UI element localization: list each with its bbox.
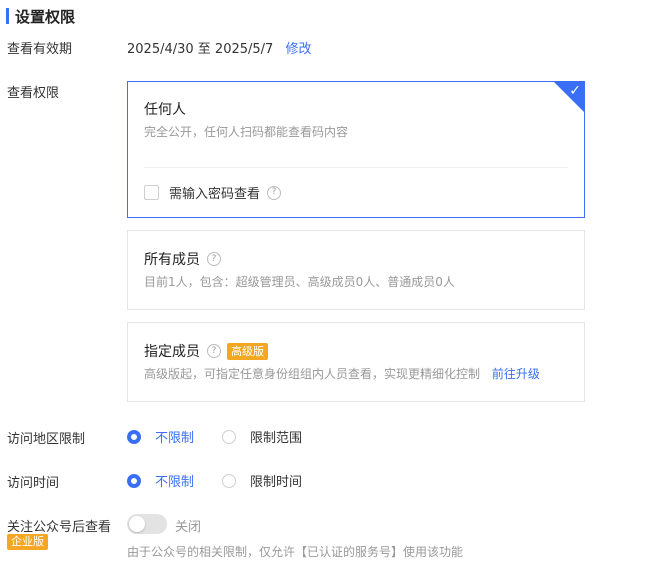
radio-unselected-icon — [222, 473, 237, 488]
toggle-state-label: 关闭 — [175, 520, 202, 535]
region-radio-limited[interactable]: 限制范围 — [222, 427, 302, 446]
radio-selected-icon — [127, 429, 141, 444]
option-card-specified-members[interactable]: 指定成员 ? 高级版 高级版起，可指定任意身份组组内人员查看，实现更精细化控制 … — [127, 322, 585, 402]
time-label: 访问时间 — [7, 476, 60, 491]
title-accent-bar — [6, 8, 9, 24]
radio-label: 不限制 — [155, 475, 195, 490]
region-radio-unlimited[interactable]: 不限制 — [127, 427, 194, 446]
edit-validity-link[interactable]: 修改 — [285, 42, 311, 57]
option-title-all-members: 所有成员 — [144, 252, 200, 268]
toggle-knob — [129, 516, 145, 532]
radio-unselected-icon — [222, 429, 237, 444]
upgrade-link[interactable]: 前往升级 — [492, 367, 540, 381]
validity-value-row: 2025/4/30 至 2025/5/7 修改 — [127, 38, 311, 57]
help-icon[interactable]: ? — [267, 185, 282, 200]
validity-label: 查看有效期 — [7, 42, 73, 57]
radio-label: 不限制 — [155, 431, 195, 446]
time-radio-group: 不限制 限制时间 — [127, 471, 330, 490]
option-title-anyone: 任何人 — [144, 102, 186, 118]
option-desc-specified: 高级版起，可指定任意身份组组内人员查看，实现更精细化控制 — [144, 367, 481, 381]
section-title-text: 设置权限 — [15, 7, 76, 26]
card-divider — [144, 167, 568, 168]
radio-selected-icon — [127, 473, 141, 488]
region-label: 访问地区限制 — [7, 432, 86, 447]
option-title-all-members-row: 所有成员 ? — [144, 249, 221, 269]
option-card-anyone[interactable]: ✓ 任何人 完全公开，任何人扫码都能查看码内容 需输入密码查看 ? — [127, 81, 585, 218]
check-icon: ✓ — [569, 83, 581, 99]
follow-note: 由于公众号的相关限制，仅允许【已认证的服务号】使用该功能 — [127, 545, 464, 559]
radio-label: 限制范围 — [250, 431, 303, 446]
help-icon[interactable]: ? — [207, 252, 221, 266]
enterprise-badge: 企业版 — [7, 534, 48, 550]
follow-toggle[interactable] — [127, 514, 167, 534]
section-title: 设置权限 — [6, 6, 75, 26]
option-desc-all-members: 目前1人，包含：超级管理员、高级成员0人、普通成员0人 — [144, 275, 455, 289]
time-radio-unlimited[interactable]: 不限制 — [127, 471, 194, 490]
option-desc-anyone: 完全公开，任何人扫码都能查看码内容 — [144, 125, 349, 139]
premium-badge: 高级版 — [227, 342, 268, 360]
time-radio-limited[interactable]: 限制时间 — [222, 471, 302, 490]
password-checkbox[interactable] — [144, 185, 159, 200]
validity-value: 2025/4/30 至 2025/5/7 — [127, 42, 274, 57]
option-card-all-members[interactable]: 所有成员 ? 目前1人，包含：超级管理员、高级成员0人、普通成员0人 — [127, 230, 585, 310]
region-radio-group: 不限制 限制范围 — [127, 427, 330, 446]
option-desc-specified-row: 高级版起，可指定任意身份组组内人员查看，实现更精细化控制 前往升级 — [144, 365, 540, 382]
password-checkbox-label: 需输入密码查看 — [169, 187, 261, 202]
option-title-specified: 指定成员 — [144, 344, 200, 360]
follow-label: 关注公众号后查看 — [7, 520, 112, 535]
password-option: 需输入密码查看 ? — [144, 183, 282, 202]
radio-label: 限制时间 — [250, 475, 303, 490]
option-title-specified-row: 指定成员 ? 高级版 — [144, 341, 268, 361]
help-icon[interactable]: ? — [207, 344, 221, 358]
view-permission-label: 查看权限 — [7, 86, 60, 101]
